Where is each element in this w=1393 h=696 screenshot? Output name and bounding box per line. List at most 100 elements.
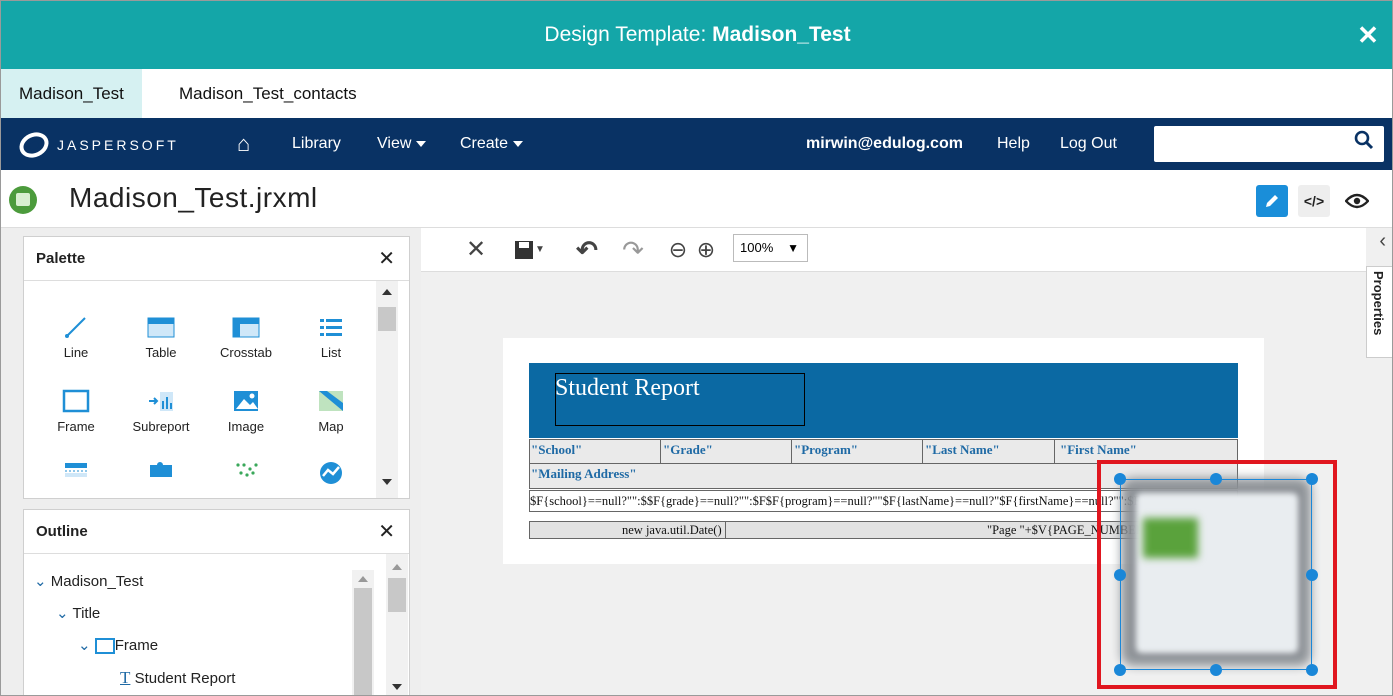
jaspersoft-logo[interactable]: JASPERSOFT bbox=[15, 127, 179, 163]
nav-logout[interactable]: Log Out bbox=[1060, 118, 1117, 170]
app-window: Design Template: Madison_Test ✕ Madison_… bbox=[0, 0, 1393, 696]
dialog-title: Design Template: Madison_Test bbox=[1, 23, 1392, 47]
zoom-value: 100% bbox=[740, 240, 774, 255]
code-mode-button[interactable]: </> bbox=[1298, 185, 1330, 217]
palette-item-component[interactable] bbox=[121, 461, 201, 491]
nav-library[interactable]: Library bbox=[292, 118, 341, 170]
outline-node-frame[interactable]: ⌄ Frame bbox=[78, 636, 159, 655]
palette-item-map[interactable]: Map bbox=[291, 389, 371, 434]
design-mode-button[interactable] bbox=[1256, 185, 1288, 217]
nav-view[interactable]: View bbox=[377, 118, 427, 170]
search-input[interactable] bbox=[1154, 126, 1344, 162]
properties-tab[interactable]: Properties bbox=[1366, 266, 1392, 358]
header-school[interactable]: "School" bbox=[531, 442, 582, 458]
file-header: Madison_Test.jrxml </> bbox=[1, 170, 1392, 228]
jaspersoft-nav: JASPERSOFT ⌂ Library View Create mirwin@… bbox=[1, 118, 1392, 170]
text-field-icon: T bbox=[120, 668, 131, 687]
scroll-thumb[interactable] bbox=[354, 588, 372, 695]
header-first-name[interactable]: "First Name" bbox=[1060, 442, 1137, 458]
scroll-thumb[interactable] bbox=[388, 578, 406, 612]
save-button[interactable]: ▼ bbox=[509, 236, 549, 264]
outline-node-madison-test[interactable]: ⌄ Madison_Test bbox=[34, 572, 143, 590]
report-file-icon bbox=[9, 186, 37, 214]
palette-item-barcode[interactable] bbox=[206, 461, 286, 491]
zoom-select[interactable]: 100% ▼ bbox=[733, 234, 808, 262]
scroll-up-icon[interactable] bbox=[358, 576, 368, 582]
outline-scrollbar[interactable] bbox=[386, 554, 408, 695]
chevron-down-icon bbox=[416, 140, 427, 147]
search-icon[interactable] bbox=[1344, 126, 1384, 162]
dots-icon bbox=[232, 461, 260, 485]
puzzle-icon bbox=[147, 461, 175, 485]
properties-label: Properties bbox=[1371, 271, 1386, 336]
chevron-down-icon[interactable]: ▼ bbox=[535, 244, 545, 255]
nav-user[interactable]: mirwin@edulog.com bbox=[806, 118, 963, 170]
redo-button[interactable]: ↷ bbox=[619, 236, 647, 264]
nav-create[interactable]: Create bbox=[460, 118, 524, 170]
frame-icon bbox=[94, 638, 115, 655]
chevron-down-icon[interactable]: ⌄ bbox=[34, 573, 47, 590]
jaspersoft-logo-icon bbox=[15, 127, 53, 163]
header-program[interactable]: "Program" bbox=[794, 442, 858, 458]
close-editor-button[interactable]: ✕ bbox=[463, 236, 489, 264]
chevron-down-icon: ▼ bbox=[787, 241, 799, 255]
palette-item-line[interactable]: Line bbox=[36, 315, 116, 360]
palette-item-table[interactable]: Table bbox=[121, 315, 201, 360]
left-panels: Palette ✕ Line Table Crosstab List Frame… bbox=[1, 228, 421, 695]
nav-help[interactable]: Help bbox=[997, 118, 1030, 170]
search-box bbox=[1154, 126, 1384, 162]
palette-label: Line bbox=[63, 345, 89, 360]
palette-item-crosstab[interactable]: Crosstab bbox=[206, 315, 286, 360]
logo-text: JASPERSOFT bbox=[57, 137, 179, 153]
palette-item-frame[interactable]: Frame bbox=[36, 389, 116, 434]
palette-item-break[interactable] bbox=[36, 461, 116, 491]
footer-date-field[interactable]: new java.util.Date() bbox=[622, 522, 722, 538]
outline-node-title[interactable]: ⌄ Title bbox=[56, 604, 100, 622]
palette-item-subreport[interactable]: Subreport bbox=[121, 389, 201, 434]
report-title[interactable]: Student Report bbox=[555, 375, 700, 402]
outline-scrollbar-inner[interactable] bbox=[352, 570, 374, 695]
close-icon[interactable]: ✕ bbox=[378, 510, 395, 554]
nav-create-label: Create bbox=[460, 135, 509, 152]
palette-item-image[interactable]: Image bbox=[206, 389, 286, 434]
title-band[interactable]: Student Report bbox=[529, 363, 1238, 438]
pencil-icon bbox=[1266, 195, 1278, 207]
outline-header: Outline ✕ bbox=[24, 510, 409, 554]
scroll-down-icon[interactable] bbox=[392, 684, 402, 690]
palette-label: Crosstab bbox=[219, 345, 273, 360]
cell-divider bbox=[791, 440, 792, 464]
undo-button[interactable]: ↶ bbox=[573, 236, 601, 264]
tab-madison-test[interactable]: Madison_Test bbox=[1, 69, 142, 118]
palette-title: Palette bbox=[36, 250, 86, 267]
palette-item-chart[interactable] bbox=[291, 461, 371, 491]
outline-label: Frame bbox=[114, 637, 159, 654]
header-last-name[interactable]: "Last Name" bbox=[925, 442, 1000, 458]
chevron-down-icon[interactable]: ⌄ bbox=[56, 605, 69, 622]
header-mailing-address[interactable]: "Mailing Address" bbox=[531, 466, 637, 482]
collapse-right-icon[interactable]: ‹ bbox=[1379, 230, 1386, 253]
title-name: Madison_Test bbox=[712, 23, 851, 46]
scroll-up-icon[interactable] bbox=[382, 289, 392, 295]
palette-scrollbar[interactable] bbox=[376, 281, 398, 498]
palette-header: Palette ✕ bbox=[24, 237, 409, 281]
eye-icon bbox=[1344, 193, 1370, 209]
chevron-down-icon[interactable]: ⌄ bbox=[78, 637, 91, 654]
tab-madison-test-contacts[interactable]: Madison_Test_contacts bbox=[161, 69, 375, 118]
close-dialog-button[interactable]: ✕ bbox=[1342, 9, 1392, 61]
palette-panel: Palette ✕ Line Table Crosstab List Frame… bbox=[23, 236, 410, 499]
crosstab-icon bbox=[232, 315, 260, 339]
close-icon[interactable]: ✕ bbox=[378, 237, 395, 281]
file-title: Madison_Test.jrxml bbox=[69, 182, 318, 213]
scroll-up-icon[interactable] bbox=[392, 564, 402, 570]
home-icon[interactable]: ⌂ bbox=[237, 118, 250, 170]
preview-mode-button[interactable] bbox=[1341, 185, 1373, 217]
zoom-in-button[interactable]: ⊕ bbox=[693, 236, 719, 264]
line-icon bbox=[62, 315, 90, 339]
frame-icon bbox=[62, 389, 90, 413]
header-grade[interactable]: "Grade" bbox=[663, 442, 713, 458]
scroll-down-icon[interactable] bbox=[382, 479, 392, 485]
palette-item-list[interactable]: List bbox=[291, 315, 371, 360]
scroll-thumb[interactable] bbox=[378, 307, 396, 331]
outline-node-student-report[interactable]: T Student Report bbox=[120, 668, 235, 688]
zoom-out-button[interactable]: ⊖ bbox=[665, 236, 691, 264]
